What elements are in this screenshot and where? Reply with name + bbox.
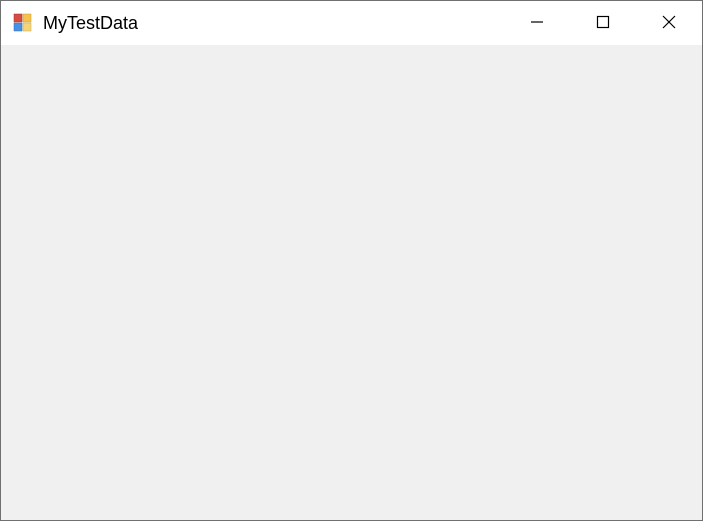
window-controls <box>504 1 702 45</box>
application-window: MyTestData <box>0 0 703 521</box>
app-icon <box>13 13 33 33</box>
window-title: MyTestData <box>43 13 504 34</box>
maximize-icon <box>596 15 610 32</box>
client-area <box>1 45 702 520</box>
close-button[interactable] <box>636 1 702 45</box>
minimize-icon <box>530 15 544 32</box>
maximize-button[interactable] <box>570 1 636 45</box>
minimize-button[interactable] <box>504 1 570 45</box>
close-icon <box>662 15 676 32</box>
titlebar: MyTestData <box>1 1 702 45</box>
